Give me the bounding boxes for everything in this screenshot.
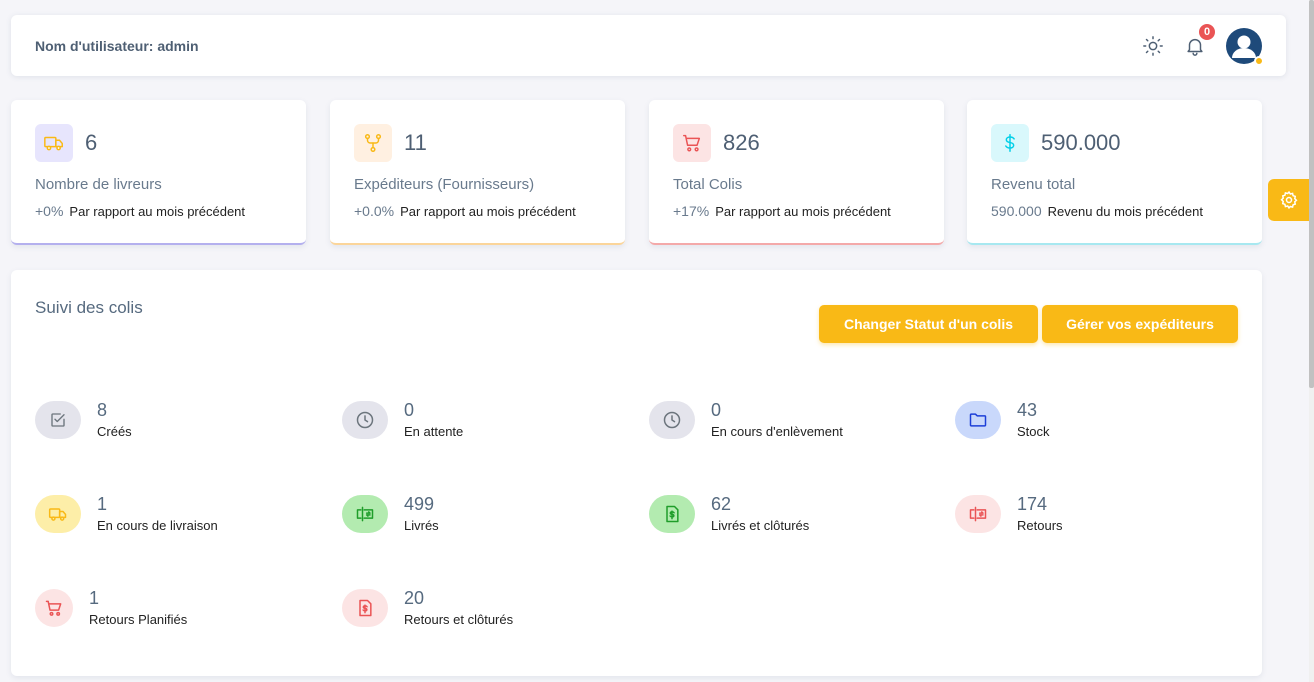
stat-compare-text: Par rapport au mois précédent [400, 204, 576, 219]
stat-card-revenu: 590.000 Revenu total 590.000 Revenu du mo… [967, 100, 1262, 245]
page-scrollbar[interactable] [1309, 0, 1314, 682]
stat-compare-text: Par rapport au mois précédent [69, 204, 246, 219]
item-label: En cours de livraison [97, 518, 218, 533]
item-label: Retours Planifiés [89, 612, 188, 627]
stat-label: Total Colis [673, 176, 743, 193]
online-status-dot [1254, 55, 1264, 66]
stat-comparison: +0.0% Par rapport au mois précédent [354, 203, 601, 219]
truck-icon [35, 494, 81, 533]
parcel-tracking-card: Suivi des colis Changer Statut d'un coli… [11, 270, 1262, 676]
stat-label: Expéditeurs (Fournisseurs) [354, 176, 535, 193]
stat-percent: +17% [673, 203, 710, 219]
navbar-actions: 0 [1142, 21, 1264, 66]
item-value: 1 [97, 494, 108, 514]
item-value: 174 [1017, 494, 1048, 514]
stat-card-total-colis: 826 Total Colis +17% Par rapport au mois … [649, 100, 944, 245]
manage-senders-button[interactable]: Gérer vos expéditeurs [1042, 305, 1238, 343]
change-status-button[interactable]: Changer Statut d'un colis [819, 305, 1038, 343]
tracking-item-retours-planifies[interactable]: 1 Retours Planifiés [35, 588, 187, 627]
stat-value: 826 [723, 130, 760, 155]
item-label: Livrés [404, 518, 439, 533]
item-value: 20 [404, 588, 425, 608]
fork-icon [354, 124, 392, 162]
tracking-item-en-attente[interactable]: 0 En attente [342, 400, 463, 439]
item-value: 8 [97, 400, 108, 420]
stat-label: Revenu total [991, 176, 1076, 193]
theme-toggle-sun-icon[interactable] [1142, 35, 1164, 57]
notifications-bell-icon[interactable]: 0 [1184, 21, 1217, 57]
gear-icon [1280, 190, 1298, 210]
item-label: Stock [1017, 424, 1050, 439]
tracking-title: Suivi des colis [35, 298, 143, 317]
tracking-item-en-cours-enlevement[interactable]: 0 En cours d'enlèvement [649, 400, 843, 439]
item-label: Retours [1017, 518, 1063, 533]
stat-percent: 590.000 [991, 203, 1042, 219]
item-label: Retours et clôturés [404, 612, 514, 627]
stat-card-livreurs: 6 Nombre de livreurs +0% Par rapport au m… [11, 100, 306, 245]
stat-comparison: +0% Par rapport au mois précédent [35, 203, 282, 219]
truck-icon [35, 124, 73, 162]
dollar-file-icon [342, 588, 388, 627]
stat-value: 6 [85, 130, 98, 155]
cart-icon [35, 588, 73, 627]
tracking-item-crees[interactable]: 8 Créés [35, 400, 132, 439]
tracking-item-stock[interactable]: 43 Stock [955, 400, 1050, 439]
dollar-icon [991, 124, 1029, 162]
clock-icon [649, 400, 695, 439]
item-value: 43 [1017, 400, 1038, 420]
item-value: 499 [404, 494, 435, 514]
item-value: 62 [711, 494, 732, 514]
stat-card-expediteurs: 11 Expéditeurs (Fournisseurs) +0.0% Par r… [330, 100, 625, 245]
tracking-item-livres-clotures[interactable]: 62 Livrés et clôturés [649, 494, 809, 533]
stat-value: 590.000 [1041, 130, 1121, 155]
item-value: 0 [711, 400, 722, 420]
scrollbar-thumb[interactable] [1309, 0, 1314, 388]
stat-percent: +0.0% [354, 203, 395, 219]
stat-label: Nombre de livreurs [35, 176, 162, 193]
notification-count-badge: 0 [1197, 21, 1217, 42]
settings-gear-button[interactable] [1268, 179, 1310, 221]
stat-percent: +0% [35, 203, 64, 219]
stat-compare-text: Revenu du mois précédent [1047, 204, 1203, 219]
dollar-file-icon [649, 494, 695, 533]
stat-value: 11 [404, 130, 427, 155]
user-avatar[interactable] [1226, 27, 1264, 66]
transfer-icon [342, 494, 388, 533]
stat-compare-text: Par rapport au mois précédent [715, 204, 891, 219]
folder-icon [955, 400, 1001, 439]
item-label: En attente [404, 424, 464, 439]
tracking-item-retours[interactable]: 174 Retours [955, 494, 1063, 533]
tracking-item-livres[interactable]: 499 Livrés [342, 494, 439, 533]
stat-comparison: +17% Par rapport au mois précédent [673, 203, 920, 219]
item-value: 1 [89, 588, 100, 608]
item-label: En cours d'enlèvement [711, 424, 843, 439]
item-label: Créés [97, 424, 132, 439]
tracking-item-en-cours-livraison[interactable]: 1 En cours de livraison [35, 494, 218, 533]
username-label: Nom d'utilisateur: admin [35, 37, 199, 54]
transfer-icon [955, 494, 1001, 533]
cart-icon [673, 124, 711, 162]
checkbox-icon [35, 400, 81, 439]
stat-comparison: 590.000 Revenu du mois précédent [991, 203, 1238, 219]
clock-icon [342, 400, 388, 439]
item-value: 0 [404, 400, 415, 420]
top-navbar: Nom d'utilisateur: admin 0 [11, 15, 1286, 76]
tracking-item-retours-clotures[interactable]: 20 Retours et clôturés [342, 588, 513, 627]
item-label: Livrés et clôturés [711, 518, 810, 533]
